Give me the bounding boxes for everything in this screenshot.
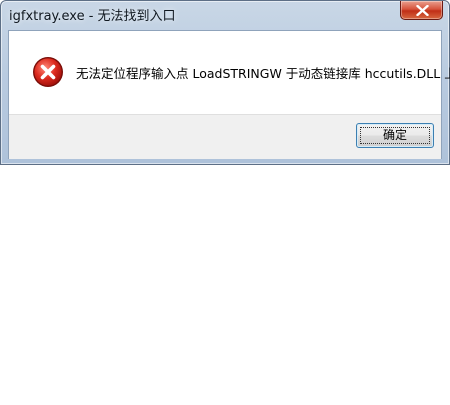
error-dialog-window: igfxtray.exe - 无法找到入口 无法定位程序输入点 LoadSTRI… bbox=[0, 0, 450, 165]
close-icon bbox=[416, 5, 429, 16]
ok-button[interactable]: 确定 bbox=[356, 123, 434, 148]
error-message: 无法定位程序输入点 LoadSTRINGW 于动态链接库 hccutils.DL… bbox=[76, 66, 450, 81]
message-area: 无法定位程序输入点 LoadSTRINGW 于动态链接库 hccutils.DL… bbox=[9, 31, 450, 114]
button-bar: 确定 bbox=[9, 114, 441, 159]
window-title: igfxtray.exe - 无法找到入口 bbox=[9, 9, 176, 24]
error-icon bbox=[33, 57, 63, 87]
dialog-client-area: 无法定位程序输入点 LoadSTRINGW 于动态链接库 hccutils.DL… bbox=[8, 30, 450, 159]
ok-button-label: 确定 bbox=[382, 128, 407, 142]
title-bar[interactable]: igfxtray.exe - 无法找到入口 bbox=[1, 1, 449, 27]
close-button[interactable] bbox=[400, 1, 443, 20]
